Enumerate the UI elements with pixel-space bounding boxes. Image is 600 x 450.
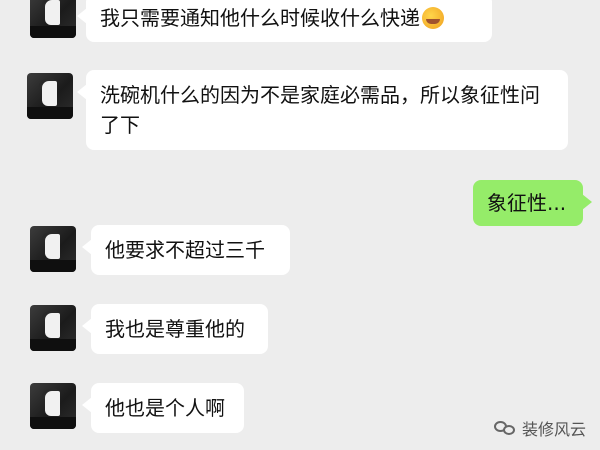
laughing-crying-emoji-icon (422, 7, 444, 29)
message-text: 洗碗机什么的因为不是家庭必需品，所以象征性问了下 (100, 83, 540, 137)
contact-avatar[interactable] (27, 73, 73, 119)
contact-avatar[interactable] (30, 0, 76, 38)
message-bubble[interactable]: 洗碗机什么的因为不是家庭必需品，所以象征性问了下 (77, 70, 568, 150)
watermark: 装修风云 (493, 416, 586, 440)
wechat-icon (493, 419, 516, 437)
message-bubble[interactable]: 他要求不超过三千 (82, 225, 290, 275)
message-text: 象征性... (487, 191, 567, 215)
message-text: 他要求不超过三千 (105, 238, 265, 262)
message-text: 他也是个人啊 (105, 396, 225, 420)
contact-avatar[interactable] (30, 383, 76, 429)
message-bubble-outgoing[interactable]: 象征性... (473, 180, 592, 226)
message-text: 我只需要通知他什么时候收什么快递 (100, 6, 420, 30)
message-bubble[interactable]: 我也是尊重他的 (82, 304, 268, 354)
message-bubble[interactable]: 他也是个人啊 (82, 383, 244, 433)
contact-avatar[interactable] (30, 305, 76, 351)
watermark-text: 装修风云 (521, 420, 586, 439)
message-text: 我也是尊重他的 (105, 317, 245, 341)
message-bubble[interactable]: 我只需要通知他什么时候收什么快递 (77, 0, 492, 42)
contact-avatar[interactable] (30, 226, 76, 272)
